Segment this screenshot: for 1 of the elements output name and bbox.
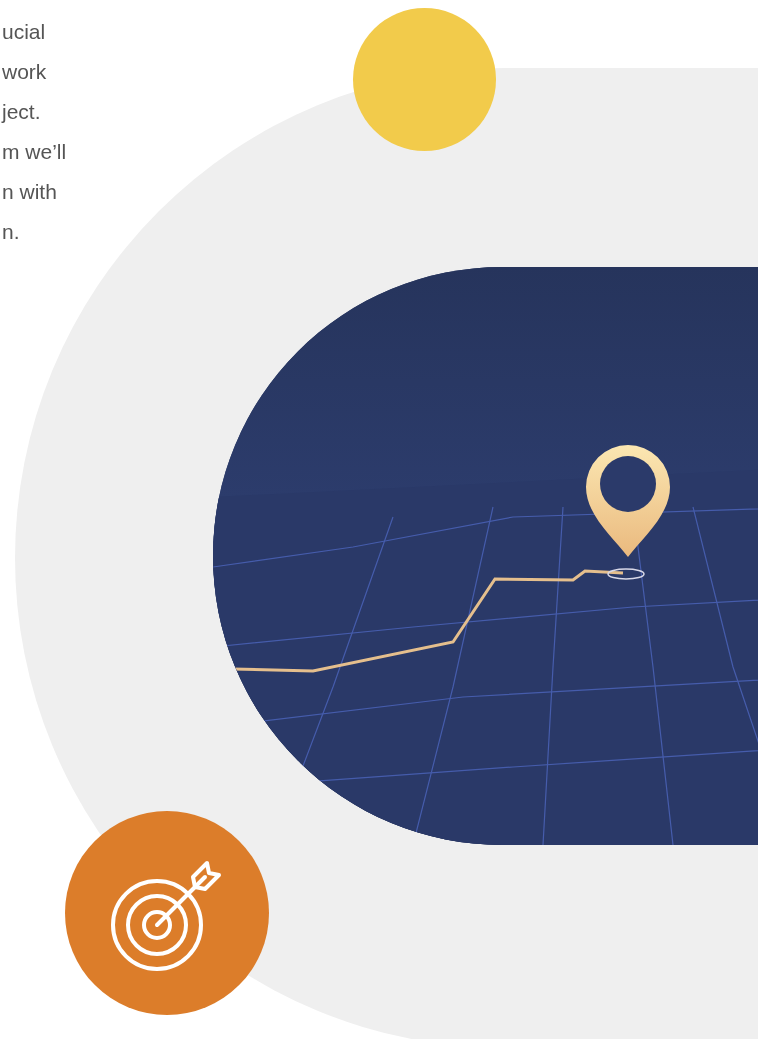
intro-paragraph: ucial work ject. m we’ll n with n. bbox=[2, 19, 67, 245]
